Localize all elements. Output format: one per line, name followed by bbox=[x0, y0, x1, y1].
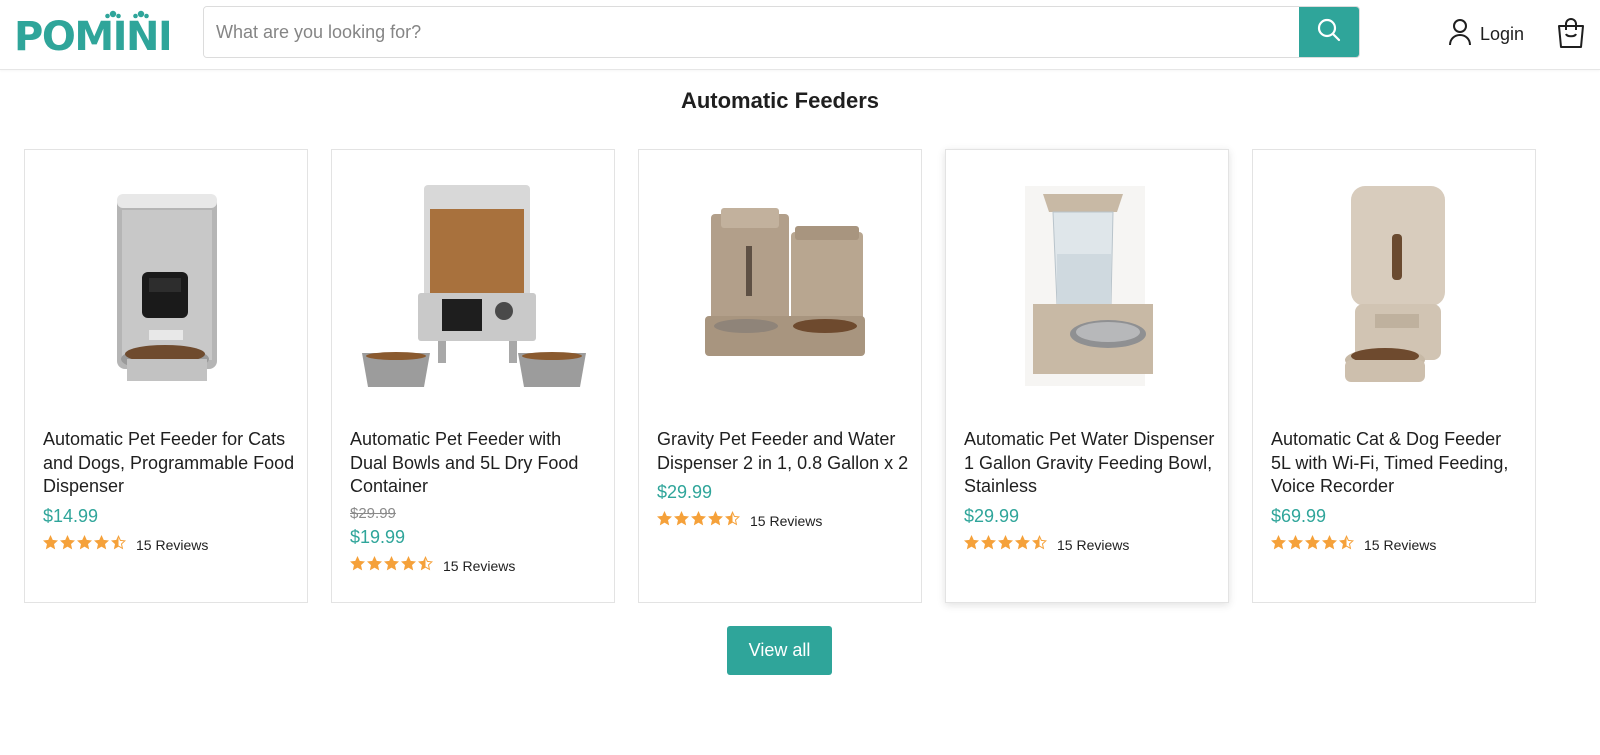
product-card[interactable]: Automatic Pet Water Dispenser 1 Gallon G… bbox=[945, 149, 1229, 603]
user-icon bbox=[1448, 18, 1472, 51]
product-title[interactable]: Automatic Pet Feeder with Dual Bowls and… bbox=[350, 428, 602, 499]
star-icon bbox=[349, 555, 366, 576]
product-rating: 15 Reviews bbox=[349, 555, 602, 576]
pominie-logo[interactable]: POMINIE bbox=[14, 8, 199, 60]
product-info: Automatic Cat & Dog Feeder 5L with Wi-Fi… bbox=[1270, 428, 1523, 555]
login-link[interactable]: Login bbox=[1448, 18, 1524, 50]
product-card[interactable]: Automatic Pet Feeder with Dual Bowls and… bbox=[331, 149, 615, 603]
star-rating bbox=[1270, 534, 1355, 555]
star-icon bbox=[997, 534, 1014, 555]
review-count[interactable]: 15 Reviews bbox=[1057, 537, 1129, 553]
star-rating bbox=[963, 534, 1048, 555]
product-info: Automatic Pet Feeder with Dual Bowls and… bbox=[349, 428, 602, 576]
search-input[interactable] bbox=[204, 7, 1299, 57]
product-rating: 15 Reviews bbox=[963, 534, 1216, 555]
login-label: Login bbox=[1480, 23, 1525, 44]
section-title: Automatic Feeders bbox=[680, 88, 880, 113]
star-rating bbox=[349, 555, 434, 576]
product-card[interactable]: Automatic Pet Feeder for Cats and Dogs, … bbox=[24, 149, 308, 603]
star-rating bbox=[656, 511, 741, 531]
product-rating: 15 Reviews bbox=[656, 511, 909, 531]
star-icon bbox=[1321, 534, 1338, 555]
product-rating: 15 Reviews bbox=[42, 534, 295, 555]
star-icon bbox=[656, 511, 673, 531]
compare-at-price: $29.99 bbox=[350, 504, 396, 522]
product-info: Automatic Pet Feeder for Cats and Dogs, … bbox=[42, 428, 295, 555]
half-star-icon bbox=[724, 511, 741, 531]
search-icon bbox=[1316, 17, 1342, 48]
product-image[interactable] bbox=[1271, 176, 1519, 396]
product-title[interactable]: Gravity Pet Feeder and Water Dispenser 2… bbox=[657, 428, 909, 475]
review-count[interactable]: 15 Reviews bbox=[136, 537, 208, 553]
product-price: $14.99 bbox=[43, 505, 99, 526]
view-all-button[interactable]: View all bbox=[727, 626, 832, 675]
half-star-icon bbox=[110, 534, 127, 555]
star-icon bbox=[400, 555, 417, 576]
review-count[interactable]: 15 Reviews bbox=[443, 558, 515, 574]
star-icon bbox=[1270, 534, 1287, 555]
product-price: $29.99 bbox=[964, 505, 1020, 526]
star-icon bbox=[963, 534, 980, 555]
product-image[interactable] bbox=[43, 176, 291, 396]
star-icon bbox=[1287, 534, 1304, 555]
product-image[interactable] bbox=[350, 176, 598, 396]
review-count[interactable]: 15 Reviews bbox=[750, 513, 822, 529]
star-icon bbox=[59, 534, 76, 555]
star-icon bbox=[42, 534, 59, 555]
product-grid: Automatic Pet Feeder for Cats and Dogs, … bbox=[24, 149, 1536, 603]
product-title[interactable]: Automatic Pet Water Dispenser 1 Gallon G… bbox=[964, 428, 1216, 499]
site-header: POMINIE Login bbox=[0, 0, 1600, 70]
cart-button[interactable] bbox=[1556, 17, 1586, 49]
star-icon bbox=[707, 511, 724, 531]
product-image[interactable] bbox=[657, 176, 905, 396]
search-button[interactable] bbox=[1299, 7, 1359, 57]
half-star-icon bbox=[417, 555, 434, 576]
shopping-bag-icon bbox=[1556, 18, 1586, 53]
star-rating bbox=[42, 534, 127, 555]
star-icon bbox=[1014, 534, 1031, 555]
product-info: Automatic Pet Water Dispenser 1 Gallon G… bbox=[963, 428, 1216, 555]
product-price: $29.99 bbox=[657, 482, 713, 502]
star-icon bbox=[1304, 534, 1321, 555]
svg-text:POMINIE: POMINIE bbox=[14, 14, 169, 58]
star-icon bbox=[383, 555, 400, 576]
product-card[interactable]: Gravity Pet Feeder and Water Dispenser 2… bbox=[638, 149, 922, 603]
product-title[interactable]: Automatic Cat & Dog Feeder 5L with Wi-Fi… bbox=[1271, 428, 1523, 499]
product-title[interactable]: Automatic Pet Feeder for Cats and Dogs, … bbox=[43, 428, 295, 499]
half-star-icon bbox=[1031, 534, 1048, 555]
star-icon bbox=[673, 511, 690, 531]
product-rating: 15 Reviews bbox=[1270, 534, 1523, 555]
star-icon bbox=[93, 534, 110, 555]
product-price: $69.99 bbox=[1271, 505, 1327, 526]
product-image[interactable] bbox=[964, 176, 1212, 396]
star-icon bbox=[76, 534, 93, 555]
half-star-icon bbox=[1338, 534, 1355, 555]
product-info: Gravity Pet Feeder and Water Dispenser 2… bbox=[656, 428, 909, 531]
star-icon bbox=[366, 555, 383, 576]
star-icon bbox=[690, 511, 707, 531]
star-icon bbox=[980, 534, 997, 555]
search-bar bbox=[203, 6, 1360, 58]
product-card[interactable]: Automatic Cat & Dog Feeder 5L with Wi-Fi… bbox=[1252, 149, 1536, 603]
product-price: $19.99 bbox=[350, 526, 406, 547]
review-count[interactable]: 15 Reviews bbox=[1364, 537, 1436, 553]
